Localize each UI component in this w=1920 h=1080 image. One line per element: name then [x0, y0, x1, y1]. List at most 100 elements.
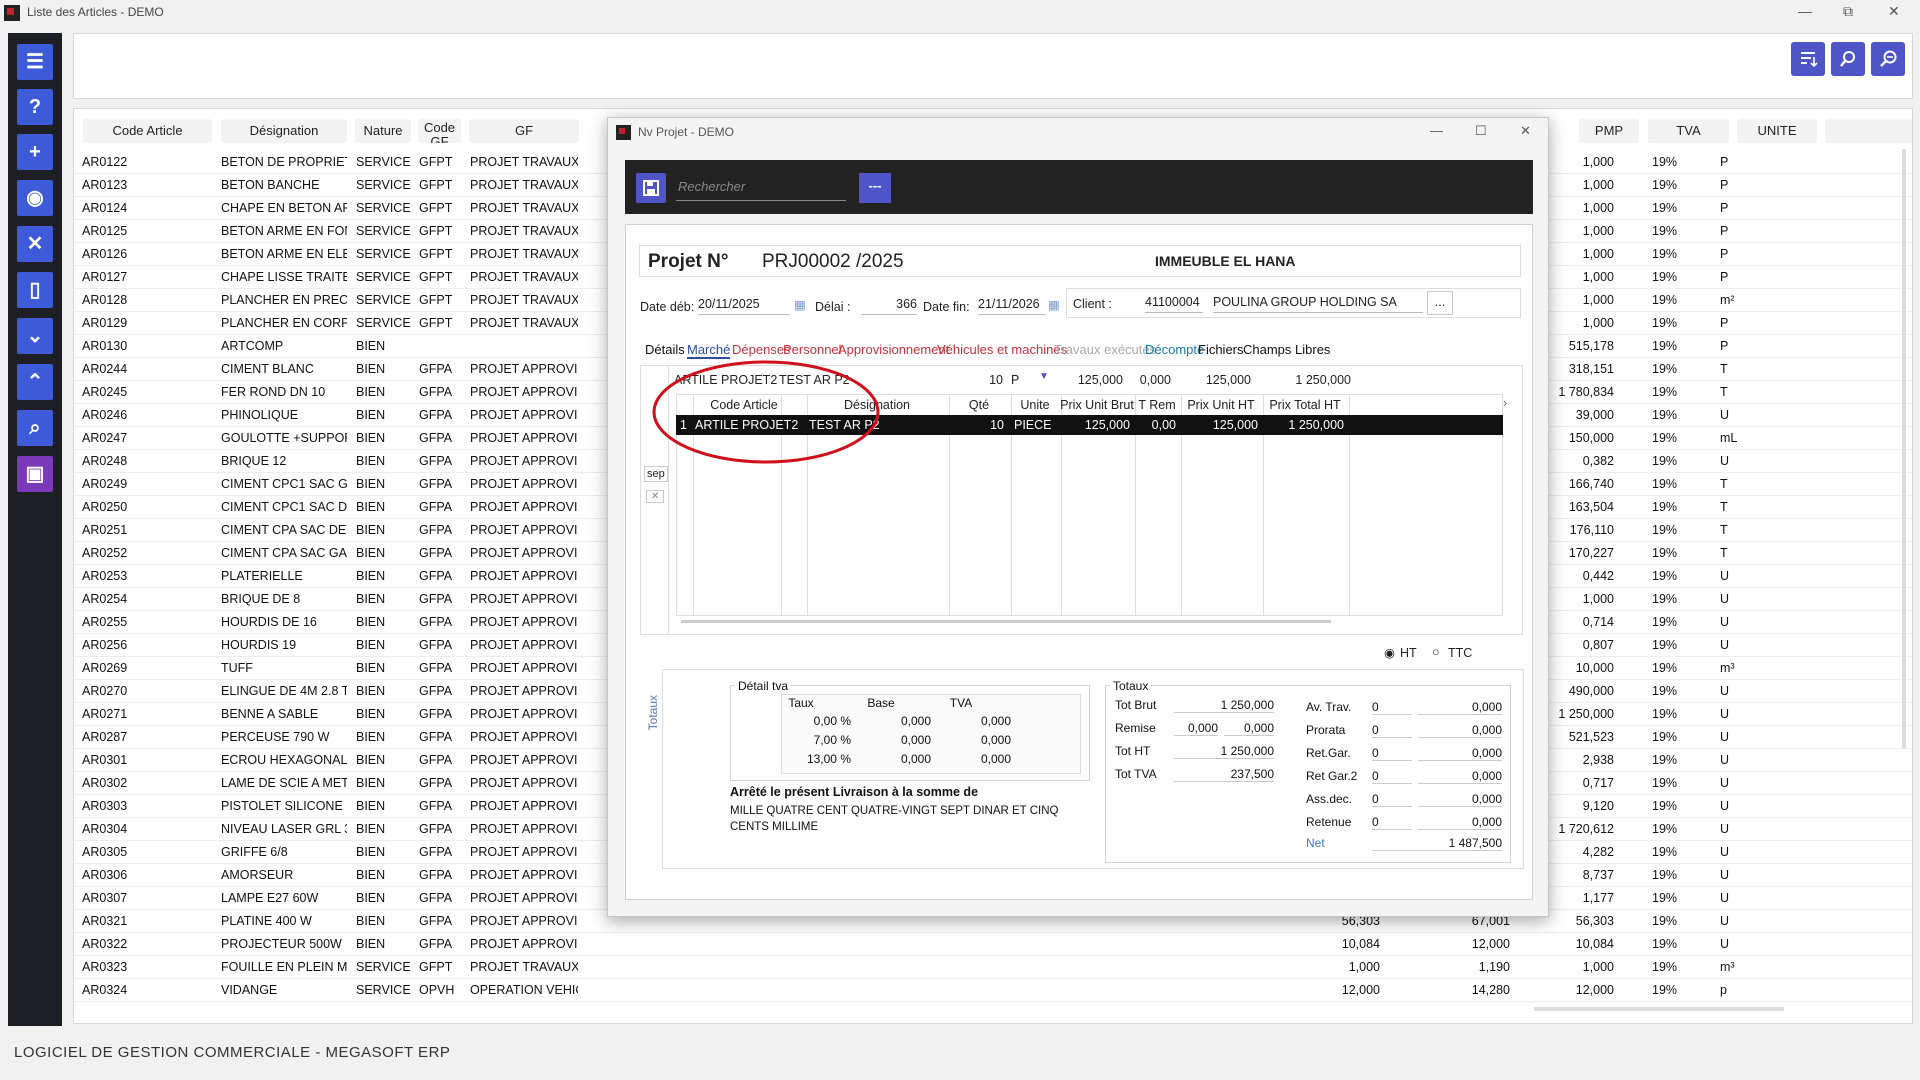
save-button[interactable]: [636, 173, 666, 203]
advanced-search-button[interactable]: [1871, 42, 1905, 76]
plus-icon: +: [29, 141, 41, 163]
cell: AR0271: [82, 707, 128, 721]
cell: 19%: [1652, 178, 1678, 192]
cell: AR0123: [82, 178, 128, 192]
restore-button[interactable]: ⧉: [1843, 3, 1853, 20]
cell: PROJET APPROVISIC: [470, 569, 578, 583]
plus-button[interactable]: +: [17, 134, 53, 170]
header-d[interactable]: D: [1825, 119, 1912, 143]
ht-radio[interactable]: ◉: [1384, 645, 1395, 660]
cell: BIEN: [356, 569, 386, 583]
date-debut-field[interactable]: 20/11/2025: [698, 297, 790, 315]
cell: AR0270: [82, 684, 128, 698]
scroll-right-icon[interactable]: ›: [1503, 396, 1507, 410]
projet-number: PRJ00002 /2025: [762, 251, 904, 272]
header-designation[interactable]: Désignation: [221, 119, 347, 143]
cell: 19%: [1652, 201, 1678, 215]
cell: AR0256: [82, 638, 128, 652]
tab-2[interactable]: Dépenses: [732, 342, 791, 357]
search-input[interactable]: Rechercher: [676, 173, 846, 201]
header-unite[interactable]: UNITE: [1737, 119, 1817, 143]
cell: GFPA: [419, 684, 453, 698]
menu-button[interactable]: ☰: [17, 44, 53, 80]
cell: AR0130: [82, 339, 128, 353]
cell: GFPT: [419, 201, 453, 215]
vertical-scrollbar[interactable]: [1902, 149, 1906, 749]
edit-prix-ht[interactable]: 125,000: [1171, 373, 1251, 387]
col-prix-ht[interactable]: Prix Unit HT: [1180, 394, 1262, 416]
tab-6[interactable]: Travaux exécutés: [1054, 342, 1156, 357]
close-button[interactable]: ✕: [17, 226, 53, 262]
header-code-gf[interactable]: Code GF: [418, 119, 461, 143]
delete-line-button[interactable]: ✕: [646, 490, 665, 503]
chevron-up-button[interactable]: ⌃: [17, 364, 53, 400]
calendar-icon[interactable]: ▦: [794, 297, 806, 312]
cell: T: [1720, 362, 1728, 376]
cell: BIEN: [356, 914, 386, 928]
horizontal-scrollbar[interactable]: [1534, 1007, 1784, 1011]
eye-button[interactable]: ◉: [17, 180, 53, 216]
col-qte[interactable]: Qté: [948, 394, 1010, 416]
date-fin-field[interactable]: 21/11/2026: [978, 297, 1046, 315]
projet-name: IMMEUBLE EL HANA: [1155, 253, 1296, 269]
cell: mL: [1720, 431, 1738, 445]
search-button[interactable]: [1831, 42, 1865, 76]
chevron-down-button[interactable]: ⌄: [17, 318, 53, 354]
tab-5[interactable]: Véhicules et machines: [937, 342, 1067, 357]
filter-button[interactable]: [1791, 42, 1825, 76]
header-tva[interactable]: TVA: [1648, 119, 1729, 143]
client-code-field[interactable]: 41100004: [1145, 295, 1203, 313]
delai-field[interactable]: 366: [861, 297, 917, 315]
client-select-button[interactable]: ...: [1427, 291, 1453, 315]
header-gf[interactable]: GF: [469, 119, 579, 143]
cell: AR0247: [82, 431, 128, 445]
cell: PROJET TRAVAUX: [470, 293, 578, 307]
cell: P: [1720, 178, 1729, 192]
tab-9[interactable]: Champs Libres: [1243, 342, 1330, 357]
col-unite[interactable]: Unite: [1010, 394, 1060, 416]
tab-7[interactable]: Décompte: [1145, 342, 1204, 357]
edit-prix-brut[interactable]: 125,000: [1041, 373, 1123, 387]
search-button[interactable]: ⌕: [17, 410, 53, 446]
close-window-button[interactable]: ✕: [1888, 3, 1900, 20]
tab-0[interactable]: Détails: [645, 342, 685, 357]
modal-minimize-button[interactable]: —: [1430, 123, 1443, 138]
edit-remise[interactable]: 0,000: [1123, 373, 1171, 387]
cell: GFPA: [419, 638, 453, 652]
header-code-article[interactable]: Code Article: [83, 119, 212, 143]
table-row[interactable]: AR0324 VIDANGE SERVICE OPVH OPERATION VEHICU…: [74, 979, 1912, 1002]
modal-maximize-button[interactable]: ☐: [1475, 123, 1487, 139]
client-name-field[interactable]: POULINA GROUP HOLDING SA: [1213, 295, 1423, 313]
header-nature[interactable]: Nature: [355, 119, 411, 143]
cell: BIEN: [356, 500, 386, 514]
options-button[interactable]: ---: [859, 173, 891, 203]
detail-tva-box: Détail tva Taux Base TVA 0,00 % 0,000 0,000 7,…: [730, 679, 1090, 781]
image-button[interactable]: ▣: [17, 456, 53, 492]
book-button[interactable]: ▯: [17, 272, 53, 308]
total-label: Ret.Gar.: [1306, 746, 1351, 760]
cell: 19%: [1652, 362, 1678, 376]
col-total[interactable]: Prix Total HT: [1262, 394, 1348, 416]
table-row[interactable]: AR0322 PROJECTEUR 500W BIEN GFPA PROJET APPR…: [74, 933, 1912, 956]
minimize-button[interactable]: —: [1798, 3, 1812, 19]
tab-3[interactable]: Personnel: [783, 342, 842, 357]
calendar-fin-icon[interactable]: ▦: [1048, 297, 1060, 312]
tab-4[interactable]: Approvisionnement: [838, 342, 949, 357]
cell: PROJET TRAVAUX: [470, 201, 578, 215]
cell: PROJET APPROVISIC: [470, 914, 578, 928]
cell: PROJET APPROVISIC: [470, 546, 578, 560]
edit-unite[interactable]: P: [1011, 373, 1019, 387]
header-pmp[interactable]: PMP: [1579, 119, 1639, 143]
edit-total[interactable]: 1 250,000: [1251, 373, 1351, 387]
modal-close-button[interactable]: ✕: [1520, 123, 1531, 139]
cell: U: [1720, 914, 1730, 928]
cell: AR0301: [82, 753, 128, 767]
edit-qte[interactable]: 10: [951, 373, 1003, 387]
col-remise[interactable]: T Rem: [1134, 394, 1180, 416]
tab-8[interactable]: Fichiers: [1198, 342, 1244, 357]
help-button[interactable]: ?: [17, 89, 53, 125]
lines-hscroll[interactable]: [681, 620, 1331, 623]
table-row[interactable]: AR0323 FOUILLE EN PLEIN MAS SERVICE GFPT PRO…: [74, 956, 1912, 979]
ttc-radio[interactable]: ○: [1432, 645, 1440, 659]
col-prix-brut[interactable]: Prix Unit Brut: [1060, 394, 1134, 416]
